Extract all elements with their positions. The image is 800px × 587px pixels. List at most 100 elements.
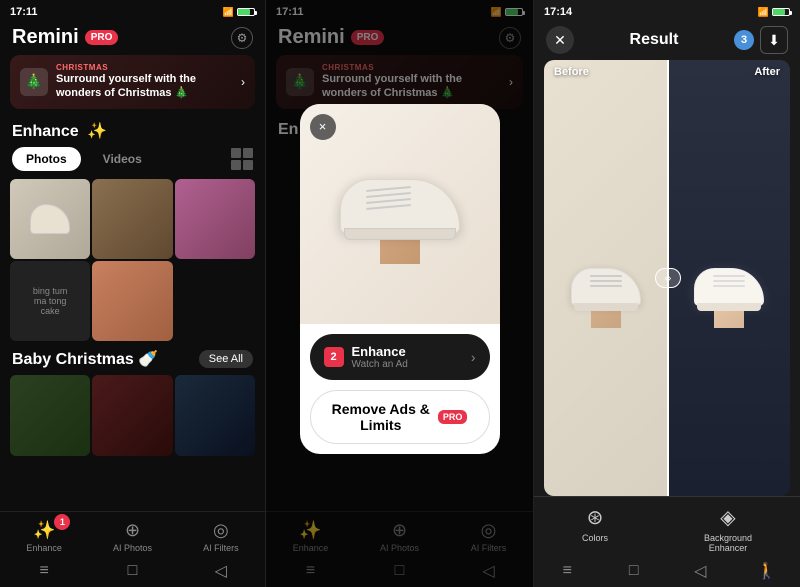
modal-overlay: ×: [266, 0, 533, 587]
grid-cell: [243, 148, 253, 158]
ba-labels: Before After: [544, 60, 790, 84]
panel-3: 17:14 📶 ✕ Result 3 ⬇ Before After: [534, 0, 800, 587]
baby-photo-1[interactable]: [10, 375, 90, 455]
modal-close-btn[interactable]: ×: [310, 114, 336, 140]
grid-cell: [231, 160, 241, 170]
download-btn[interactable]: ⬇: [760, 26, 788, 54]
before-after-container[interactable]: Before After ‹›: [544, 60, 790, 496]
photo-thumb-dark[interactable]: bing tumma tongcake: [10, 261, 90, 341]
colors-tool[interactable]: ⊛ Colors: [582, 505, 608, 553]
photo-thumb-fashion[interactable]: [175, 179, 255, 259]
status-icons-3: 📶: [758, 7, 790, 18]
signal-icon-3: 📶: [758, 7, 769, 18]
grid-view-icon-1[interactable]: [231, 148, 253, 170]
enhance-chevron-icon: ›: [471, 349, 476, 365]
battery-icon-3: [772, 8, 790, 16]
ai-photos-label-1: AI Photos: [113, 543, 152, 553]
photo-thumb-portrait[interactable]: [92, 261, 172, 341]
banner-1[interactable]: 🎄 CHRISTMAS Surround yourself with the w…: [10, 55, 255, 109]
pro-badge-1[interactable]: PRO: [85, 30, 119, 45]
battery-fill-3: [773, 9, 785, 15]
remove-ads-text: Remove Ads &Limits: [332, 401, 430, 433]
enhance-btn-subtitle: Watch an Ad: [352, 359, 463, 370]
baby-section-row-1: Baby Christmas 🍼 See All: [0, 341, 265, 375]
baby-photo-grid-1: [0, 375, 265, 455]
photo-thumb-kitchen[interactable]: [92, 179, 172, 259]
before-image: [544, 60, 667, 496]
back-btn-1[interactable]: ◁: [211, 561, 231, 581]
toggle-row-1: Photos Videos: [0, 147, 265, 179]
ba-handle[interactable]: ‹›: [655, 268, 681, 288]
modal-card: ×: [300, 104, 500, 454]
result-header: ✕ Result 3 ⬇: [534, 22, 800, 60]
battery-icon-1: [237, 8, 255, 16]
photo-thumb-shoe[interactable]: [10, 179, 90, 259]
banner-tag-1: CHRISTMAS: [56, 63, 233, 72]
result-close-btn[interactable]: ✕: [546, 26, 574, 54]
before-label: Before: [554, 66, 589, 78]
enhance-title-1: Enhance ✨: [12, 121, 107, 141]
panel-2: 17:11 📶 Remini PRO ⚙ 🎄 CHRISTMAS Surroun…: [266, 0, 534, 587]
enhance-nav-icon-1: ✨: [33, 520, 55, 541]
sparkle-icon-1: ✨: [87, 123, 107, 140]
gear-icon-1[interactable]: ⚙: [231, 27, 253, 49]
modal-enhance-button[interactable]: 2 Enhance Watch an Ad ›: [310, 334, 490, 380]
banner-icon-1: 🎄: [20, 68, 48, 96]
videos-btn-1[interactable]: Videos: [89, 147, 156, 171]
remove-pro-badge: PRO: [438, 410, 468, 424]
app-logo-1: Remini: [12, 26, 79, 49]
banner-text-1: CHRISTMAS Surround yourself with the won…: [56, 63, 233, 101]
nav-ai-photos-1[interactable]: ⊕ AI Photos: [88, 520, 176, 553]
square-btn-1[interactable]: □: [122, 561, 142, 581]
enhance-section-header-1: Enhance ✨: [0, 117, 265, 147]
colors-icon: ⊛: [587, 505, 604, 530]
grid-cell: [243, 160, 253, 170]
photos-btn-1[interactable]: Photos: [12, 147, 81, 171]
modal-remove-ads-button[interactable]: Remove Ads &Limits PRO: [310, 390, 490, 444]
nav-enhance-1[interactable]: ✨ Enhance 1: [0, 520, 88, 553]
download-icon: ⬇: [768, 32, 780, 49]
enhance-nav-badge-1: 1: [54, 514, 70, 530]
enhance-btn-text: Enhance Watch an Ad: [352, 344, 463, 370]
ai-photos-icon-1: ⊕: [125, 520, 140, 541]
signal-icon: 📶: [223, 7, 234, 18]
system-nav-1: ≡ □ ◁: [0, 557, 265, 587]
ai-filters-icon-1: ◎: [213, 520, 229, 541]
after-image: [667, 60, 790, 496]
status-icons-1: 📶: [223, 7, 255, 18]
battery-fill-1: [238, 9, 250, 15]
back-btn-3[interactable]: ◁: [690, 561, 710, 581]
status-bar-3: 17:14 📶: [534, 0, 800, 22]
banner-title-1: Surround yourself with the wonders of Ch…: [56, 72, 233, 101]
enhance-num-badge: 2: [324, 347, 344, 367]
panel-1: 17:11 📶 Remini PRO ⚙ 🎄 CHRISTMAS Surroun…: [0, 0, 266, 587]
square-btn-3[interactable]: □: [624, 561, 644, 581]
header-left-1: Remini PRO: [12, 26, 118, 49]
app-header-1: Remini PRO ⚙: [0, 22, 265, 55]
header-right-1: ⚙: [231, 27, 253, 49]
hamburger-btn-1[interactable]: ≡: [34, 561, 54, 581]
after-label: After: [754, 66, 780, 78]
baby-title-1: Baby Christmas 🍼: [12, 349, 158, 369]
spacer-1: [0, 456, 265, 511]
person-btn-3[interactable]: 🚶: [757, 561, 777, 581]
enhance-nav-label-1: Enhance: [26, 543, 62, 553]
system-nav-3: ≡ □ ◁ 🚶: [534, 557, 800, 587]
baby-photo-2[interactable]: [92, 375, 172, 455]
bg-enhancer-label: BackgroundEnhancer: [704, 533, 752, 553]
hamburger-btn-3[interactable]: ≡: [557, 561, 577, 581]
ai-filters-label-1: AI Filters: [203, 543, 239, 553]
status-bar-1: 17:11 📶: [0, 0, 265, 22]
bg-enhancer-tool[interactable]: ◈ BackgroundEnhancer: [704, 505, 752, 553]
bg-enhancer-icon: ◈: [720, 505, 735, 530]
photo-grid-1: bing tumma tongcake: [0, 179, 265, 342]
colors-label: Colors: [582, 533, 608, 543]
nav-ai-filters-1[interactable]: ◎ AI Filters: [177, 520, 265, 553]
result-badge: 3: [734, 30, 754, 50]
result-actions: 3 ⬇: [734, 26, 788, 54]
status-time-1: 17:11: [10, 6, 38, 18]
grid-cell: [231, 148, 241, 158]
see-all-btn-1[interactable]: See All: [199, 350, 253, 368]
baby-photo-3[interactable]: [175, 375, 255, 455]
bottom-tools: ⊛ Colors ◈ BackgroundEnhancer: [534, 496, 800, 557]
